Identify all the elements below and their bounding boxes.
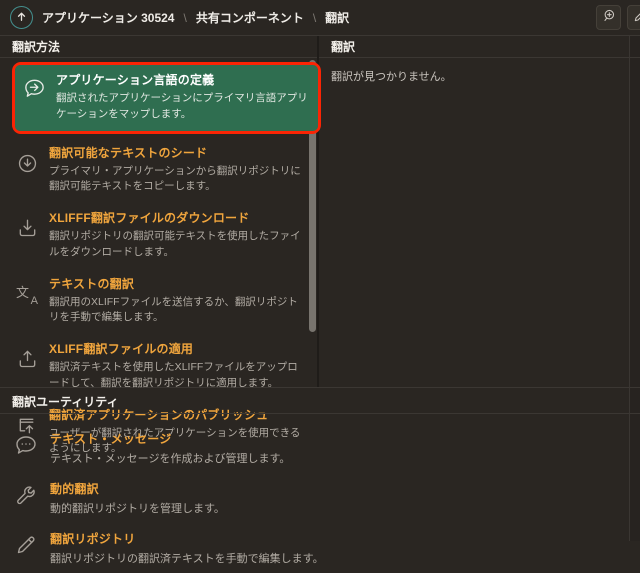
translate-methods-panel: 翻訳方法 アプリケーション言語の定義 翻訳されたアプリケーションにプライマリ言語…	[0, 36, 319, 387]
method-item-desc: 翻訳されたアプリケーションにプライマリ言語アプリケーションをマップします。	[56, 91, 308, 123]
breadcrumb-shared-components[interactable]: 共有コンポーネント	[196, 9, 304, 26]
utility-item-title: 動的翻訳	[50, 480, 225, 497]
breadcrumb-translate[interactable]: 翻訳	[325, 9, 349, 26]
method-item-title: XLIFFF翻訳ファイルのダウンロード	[49, 209, 303, 226]
translations-panel: 翻訳 翻訳が見つかりません。	[319, 36, 640, 387]
utilities-list: テキスト・メッセージ テキスト・メッセージを作成および管理します。 動的翻訳 動…	[0, 414, 640, 573]
method-item-title: 翻訳可能なテキストのシード	[49, 144, 303, 161]
bubble-arrow-icon	[23, 77, 46, 100]
utilities-title: 翻訳ユーティリティ	[12, 393, 119, 410]
utility-item-dynamic-translations[interactable]: 動的翻訳 動的翻訳リポジトリを管理します。	[0, 473, 640, 523]
method-item-text: テキストの翻訳 翻訳用のXLIFFファイルを送信するか、翻訳リポジトリを手動で編…	[49, 275, 303, 327]
methods-panel-header: 翻訳方法	[0, 36, 317, 58]
pencil-icon	[14, 533, 38, 557]
utility-item-title: 翻訳リポジトリ	[50, 530, 324, 547]
utility-item-desc: 翻訳リポジトリの翻訳済テキストを手動で編集します。	[50, 550, 324, 566]
utility-item-translation-repository[interactable]: 翻訳リポジトリ 翻訳リポジトリの翻訳済テキストを手動で編集します。	[0, 523, 640, 573]
annotation-highlight-box: アプリケーション言語の定義 翻訳されたアプリケーションにプライマリ言語アプリケー…	[12, 62, 321, 134]
download-icon	[16, 217, 39, 240]
translate-icon: 文 A	[16, 283, 39, 306]
translations-panel-title: 翻訳	[331, 38, 355, 55]
up-one-level-button[interactable]	[10, 6, 33, 29]
utilities-header: 翻訳ユーティリティ	[0, 389, 640, 414]
utility-item-title: テキスト・メッセージ	[50, 430, 290, 447]
method-item-define-application-languages[interactable]: アプリケーション言語の定義 翻訳されたアプリケーションにプライマリ言語アプリケー…	[15, 65, 318, 131]
method-item-text: 翻訳可能なテキストのシード プライマリ・アプリケーションから翻訳リポジトリに翻訳…	[49, 144, 303, 196]
translate-utilities-section: 翻訳ユーティリティ テキスト・メッセージ テキスト・メッセージを作成および管理し…	[0, 389, 640, 541]
method-item-seed-translatable-text[interactable]: 翻訳可能なテキストのシード プライマリ・アプリケーションから翻訳リポジトリに翻訳…	[0, 137, 317, 203]
circle-down-icon	[16, 152, 39, 175]
edit-pencil-icon	[632, 8, 640, 27]
utility-item-text: 動的翻訳 動的翻訳リポジトリを管理します。	[50, 480, 225, 516]
method-item-desc: プライマリ・アプリケーションから翻訳リポジトリに翻訳可能テキストをコピーします。	[49, 164, 303, 196]
main-content: 翻訳方法 アプリケーション言語の定義 翻訳されたアプリケーションにプライマリ言語…	[0, 36, 640, 388]
breadcrumb-application[interactable]: アプリケーション 30524	[42, 9, 174, 26]
breadcrumb-bar: アプリケーション 30524 \ 共有コンポーネント \ 翻訳	[0, 0, 640, 36]
method-item-desc: 翻訳用のXLIFFファイルを送信するか、翻訳リポジトリを手動で編集します。	[49, 295, 303, 327]
method-item-text: アプリケーション言語の定義 翻訳されたアプリケーションにプライマリ言語アプリケー…	[56, 71, 308, 123]
method-item-translate-text[interactable]: 文 A テキストの翻訳 翻訳用のXLIFFファイルを送信するか、翻訳リポジトリを…	[0, 268, 317, 334]
method-item-title: アプリケーション言語の定義	[56, 71, 308, 88]
utility-item-text-messages[interactable]: テキスト・メッセージ テキスト・メッセージを作成および管理します。	[0, 423, 640, 473]
comments-icon	[14, 433, 38, 457]
method-item-desc: 翻訳リポジトリの翻訳可能テキストを使用したファイルをダウンロードします。	[49, 229, 303, 261]
utility-item-desc: テキスト・メッセージを作成および管理します。	[50, 450, 290, 466]
utility-item-text: テキスト・メッセージ テキスト・メッセージを作成および管理します。	[50, 430, 290, 466]
edit-page-button[interactable]	[627, 5, 640, 30]
method-item-text: XLIFF翻訳ファイルの適用 翻訳済テキストを使用したXLIFFファイルをアップ…	[49, 340, 303, 392]
method-item-desc: 翻訳済テキストを使用したXLIFFファイルをアップロードして、翻訳を翻訳リポジト…	[49, 360, 303, 392]
wrench-icon	[14, 483, 38, 507]
utility-item-text: 翻訳リポジトリ 翻訳リポジトリの翻訳済テキストを手動で編集します。	[50, 530, 324, 566]
translate-icon-kanji: 文	[16, 282, 29, 301]
method-item-text: XLIFFF翻訳ファイルのダウンロード 翻訳リポジトリの翻訳可能テキストを使用し…	[49, 209, 303, 261]
feedback-bubble-plus-icon	[601, 8, 617, 27]
translations-panel-header: 翻訳	[319, 36, 640, 58]
breadcrumb-separator: \	[313, 11, 316, 25]
method-item-download-xliff[interactable]: XLIFFF翻訳ファイルのダウンロード 翻訳リポジトリの翻訳可能テキストを使用し…	[0, 202, 317, 268]
method-item-title: テキストの翻訳	[49, 275, 303, 292]
breadcrumb-separator: \	[183, 11, 186, 25]
feedback-button[interactable]	[596, 5, 621, 30]
up-arrow-icon	[15, 10, 28, 26]
methods-panel-title: 翻訳方法	[12, 38, 60, 55]
translate-icon-latin: A	[31, 295, 38, 307]
no-translations-message: 翻訳が見つかりません。	[319, 58, 640, 94]
utility-item-desc: 動的翻訳リポジトリを管理します。	[50, 500, 225, 516]
breadcrumb: アプリケーション 30524 \ 共有コンポーネント \ 翻訳	[42, 9, 349, 26]
upload-icon	[16, 348, 39, 371]
topbar-actions	[596, 5, 640, 30]
method-item-title: XLIFF翻訳ファイルの適用	[49, 340, 303, 357]
